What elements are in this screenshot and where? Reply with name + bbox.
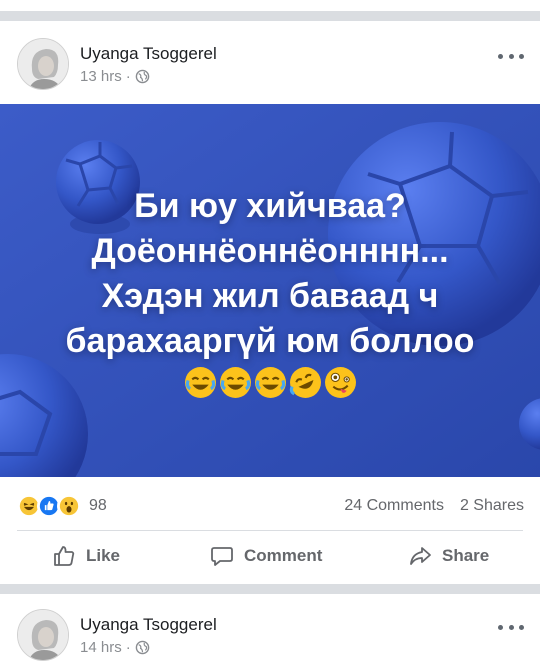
rofl-emoji-icon	[289, 367, 321, 398]
reaction-count: 98	[89, 497, 107, 514]
globe-icon	[135, 69, 149, 84]
caption-line: Би юу хийчваа?	[134, 187, 406, 225]
thumbs-up-icon	[54, 546, 75, 566]
share-arrow-icon	[410, 547, 431, 565]
comment-button[interactable]: Comment	[210, 544, 322, 568]
post-author[interactable]: Uyanga Tsoggerel	[80, 44, 217, 64]
caption-line: Хэдэн жил бавaад ч	[101, 277, 439, 315]
post-stats: 98 24 Comments 2 Shares	[0, 482, 540, 528]
avatar[interactable]	[17, 609, 69, 661]
globe-icon	[135, 640, 149, 655]
reactions-summary[interactable]: 98	[17, 494, 107, 518]
post-author[interactable]: Uyanga Tsoggerel	[80, 615, 217, 635]
comments-count[interactable]: 24 Comments	[344, 497, 444, 515]
joy-emoji-icon	[219, 367, 251, 398]
post-header: Uyanga Tsoggerel 13 hrs ·	[0, 30, 540, 100]
more-options-icon[interactable]	[498, 619, 524, 635]
like-label: Like	[86, 546, 121, 565]
like-button[interactable]: Like	[52, 544, 120, 568]
caption-emojis	[0, 366, 540, 399]
engagement-counts: 24 Comments 2 Shares	[344, 497, 524, 515]
joy-emoji-icon	[254, 367, 286, 398]
feed-separator	[0, 11, 540, 21]
joy-emoji-icon	[184, 367, 216, 398]
zany-emoji-icon	[324, 367, 356, 398]
more-options-icon[interactable]	[498, 48, 524, 64]
shares-count[interactable]: 2 Shares	[460, 497, 524, 515]
post-caption: Би юу хийчваа? Доёоннёоннёонннн... Хэдэн…	[0, 184, 540, 364]
post-time[interactable]: 14 hrs	[80, 639, 122, 656]
post-meta: 14 hrs ·	[80, 639, 150, 656]
meta-dot: ·	[125, 639, 131, 656]
share-label: Share	[442, 546, 490, 565]
wow-icon	[57, 494, 81, 518]
comment-label: Comment	[244, 546, 323, 565]
post-header: Uyanga Tsoggerel 14 hrs ·	[0, 601, 540, 669]
share-button[interactable]: Share	[408, 544, 489, 568]
feed-separator	[0, 584, 540, 594]
post-image[interactable]: Би юу хийчваа? Доёоннёоннёонннн... Хэдэн…	[0, 104, 540, 477]
divider	[17, 530, 523, 531]
avatar[interactable]	[17, 38, 69, 90]
post-actions: Like Comment Share	[0, 538, 540, 578]
meta-dot: ·	[125, 68, 131, 85]
caption-line: Доёоннёоннёонннн...	[91, 232, 449, 270]
post-meta: 13 hrs ·	[80, 68, 150, 85]
comment-bubble-icon	[211, 547, 233, 566]
post-time[interactable]: 13 hrs	[80, 68, 122, 85]
caption-line: барахааргүй юм боллоо	[65, 322, 475, 360]
